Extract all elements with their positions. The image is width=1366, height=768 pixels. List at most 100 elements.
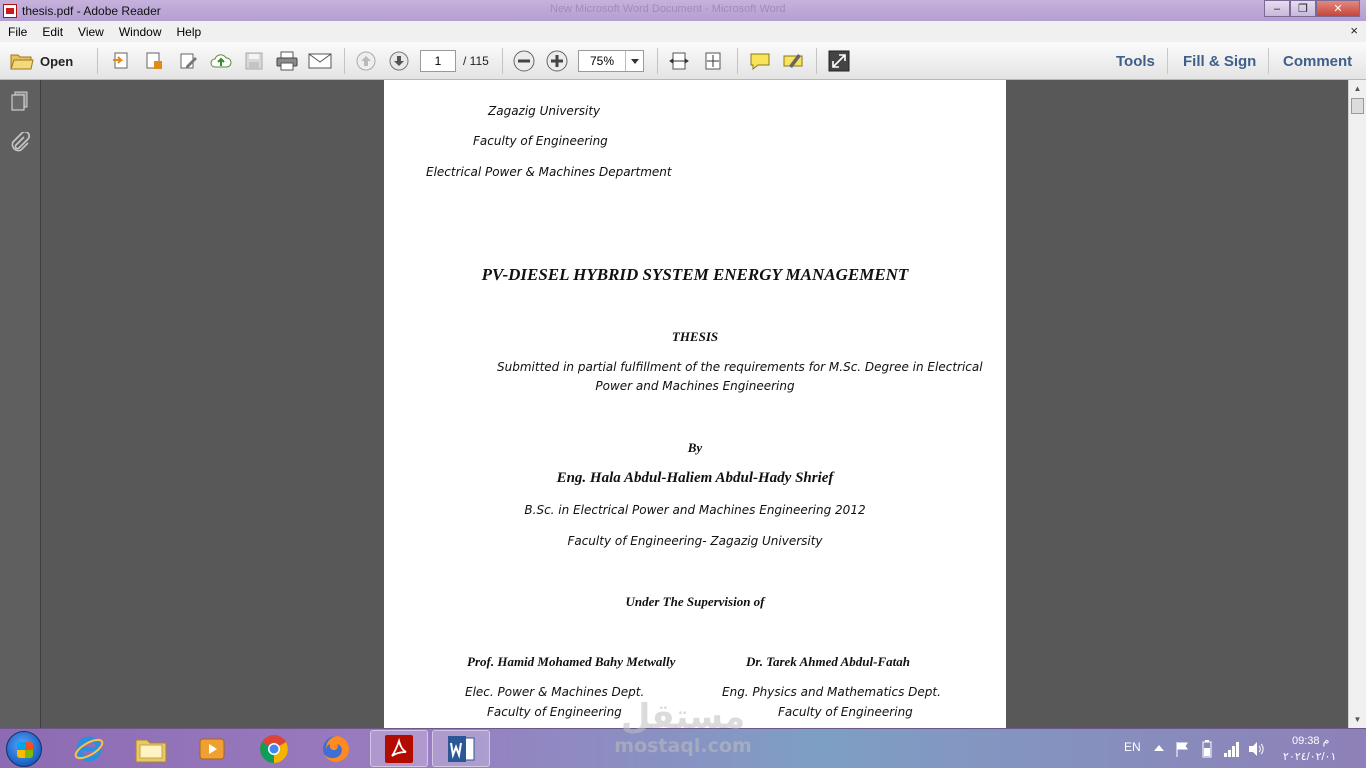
print-button[interactable] [274,50,300,72]
email-button[interactable] [307,50,333,72]
save-button[interactable] [242,50,266,72]
menu-help[interactable]: Help [169,25,209,39]
menu-window[interactable]: Window [111,25,169,39]
supervisor-2-faculty: Faculty of Engineering [778,705,913,719]
firefox-icon [323,735,349,762]
create-pdf-button[interactable] [109,50,133,72]
edit-pdf-button[interactable] [176,50,200,72]
menu-bar: File Edit View Window Help × [0,21,1366,42]
vertical-scrollbar[interactable]: ▲ ▼ [1348,80,1366,728]
previous-page-button[interactable] [354,50,378,72]
navigation-pane [0,80,41,728]
department-name: Electrical Power & Machines Department [426,165,672,179]
start-button[interactable] [6,731,42,767]
scroll-down-icon[interactable]: ▼ [1349,711,1366,728]
battery-icon[interactable] [1202,740,1212,758]
zoom-in-button[interactable] [545,50,569,72]
toolbar-separator [1268,48,1269,74]
by-label: By [687,440,703,455]
toolbar-separator [1167,48,1168,74]
minimize-button[interactable]: – [1264,0,1290,17]
taskbar-media-player[interactable] [183,730,241,767]
submission-statement-line-1: Submitted in partial fulfillment of the … [497,360,983,374]
zoom-in-icon [546,50,568,72]
scroll-up-icon[interactable]: ▲ [1349,80,1366,97]
window-title: thesis.pdf - Adobe Reader [22,3,161,18]
taskbar-chrome[interactable] [245,730,303,767]
toolbar-separator [816,48,817,74]
word-icon [448,735,475,762]
fit-width-button[interactable] [667,50,691,72]
sticky-note-button[interactable] [748,50,772,72]
supervisor-2-name: Dr. Tarek Ahmed Abdul-Fatah [746,654,910,669]
pdf-page: Zagazig University Faculty of Engineerin… [384,80,1006,728]
taskbar-file-explorer[interactable] [122,730,180,767]
faculty-name: Faculty of Engineering [473,134,608,148]
taskbar-microsoft-word[interactable] [432,730,490,767]
fit-width-icon [669,52,689,70]
close-document-icon[interactable]: × [1350,23,1358,38]
show-hidden-icons-icon[interactable] [1154,744,1164,752]
author-faculty: Faculty of Engineering- Zagazig Universi… [567,534,823,548]
taskbar-internet-explorer[interactable] [60,730,118,767]
comment-pane-button[interactable]: Comment [1283,53,1352,70]
taskbar-adobe-reader[interactable] [370,730,428,767]
scroll-thumb[interactable] [1351,98,1364,114]
chevron-down-icon[interactable] [625,51,643,71]
clock-date[interactable]: ٢٠٢٤/٠٢/٠١ [1283,750,1336,763]
arrow-down-icon [389,51,409,71]
zoom-select[interactable]: 75% [578,50,644,72]
expand-icon [828,50,850,72]
network-signal-icon[interactable] [1224,741,1240,757]
document-view[interactable]: Zagazig University Faculty of Engineerin… [41,80,1348,728]
clock-time[interactable]: 09:38 م [1292,734,1329,747]
fill-sign-pane-button[interactable]: Fill & Sign [1183,53,1256,70]
page-number-input[interactable]: 1 [420,50,456,72]
close-button[interactable]: ✕ [1316,0,1360,17]
thesis-title: PV-DIESEL HYBRID SYSTEM ENERGY MANAGEMEN… [481,265,909,284]
page-thumbnails-icon[interactable] [9,90,31,112]
highlight-button[interactable] [781,50,805,72]
internet-explorer-icon [74,736,104,761]
highlighter-icon [783,54,803,68]
tools-pane-button[interactable]: Tools [1116,53,1155,70]
author-name: Eng. Hala Abdul-Haliem Abdul-Hady Shrief [556,470,834,486]
menu-edit[interactable]: Edit [34,25,70,39]
fullscreen-button[interactable] [827,50,851,72]
attachment-icon[interactable] [9,132,31,154]
next-page-button[interactable] [387,50,411,72]
export-pdf-button[interactable] [142,50,166,72]
toolbar: Open 1 / 115 75% Tools Fill & Sign Comme… [0,42,1366,80]
restore-button[interactable]: ❐ [1290,0,1316,17]
adobe-reader-icon [3,3,17,18]
taskbar: EN 09:38 م ٢٠٢٤/٠٢/٠١ [0,728,1366,768]
fit-page-icon [705,52,721,70]
envelope-icon [308,53,332,69]
cloud-upload-icon [210,54,232,68]
fit-page-button[interactable] [701,50,725,72]
chrome-icon [260,734,288,763]
toolbar-separator [737,48,738,74]
supervisor-1-faculty: Faculty of Engineering [487,705,622,719]
flag-icon[interactable] [1175,741,1189,757]
submission-statement-line-2: Power and Machines Engineering [595,379,795,393]
thesis-label: THESIS [671,329,719,344]
language-indicator[interactable]: EN [1124,740,1141,754]
title-bar: thesis.pdf - Adobe Reader New Microsoft … [0,0,1366,21]
supervisor-1-dept: Elec. Power & Machines Dept. [465,685,645,699]
volume-icon[interactable] [1248,741,1264,757]
toolbar-separator [657,48,658,74]
media-player-icon [199,738,225,759]
folder-icon [10,54,34,70]
author-degree: B.Sc. in Electrical Power and Machines E… [524,503,866,517]
background-window-title: New Microsoft Word Document - Microsoft … [550,3,786,15]
edit-icon [180,53,197,69]
upload-button[interactable] [209,50,233,72]
menu-file[interactable]: File [0,25,34,39]
zoom-out-button[interactable] [512,50,536,72]
menu-view[interactable]: View [70,25,111,39]
taskbar-firefox[interactable] [307,730,365,767]
print-icon [276,51,298,71]
open-label: Open [40,53,74,69]
open-button[interactable]: Open [10,50,80,72]
